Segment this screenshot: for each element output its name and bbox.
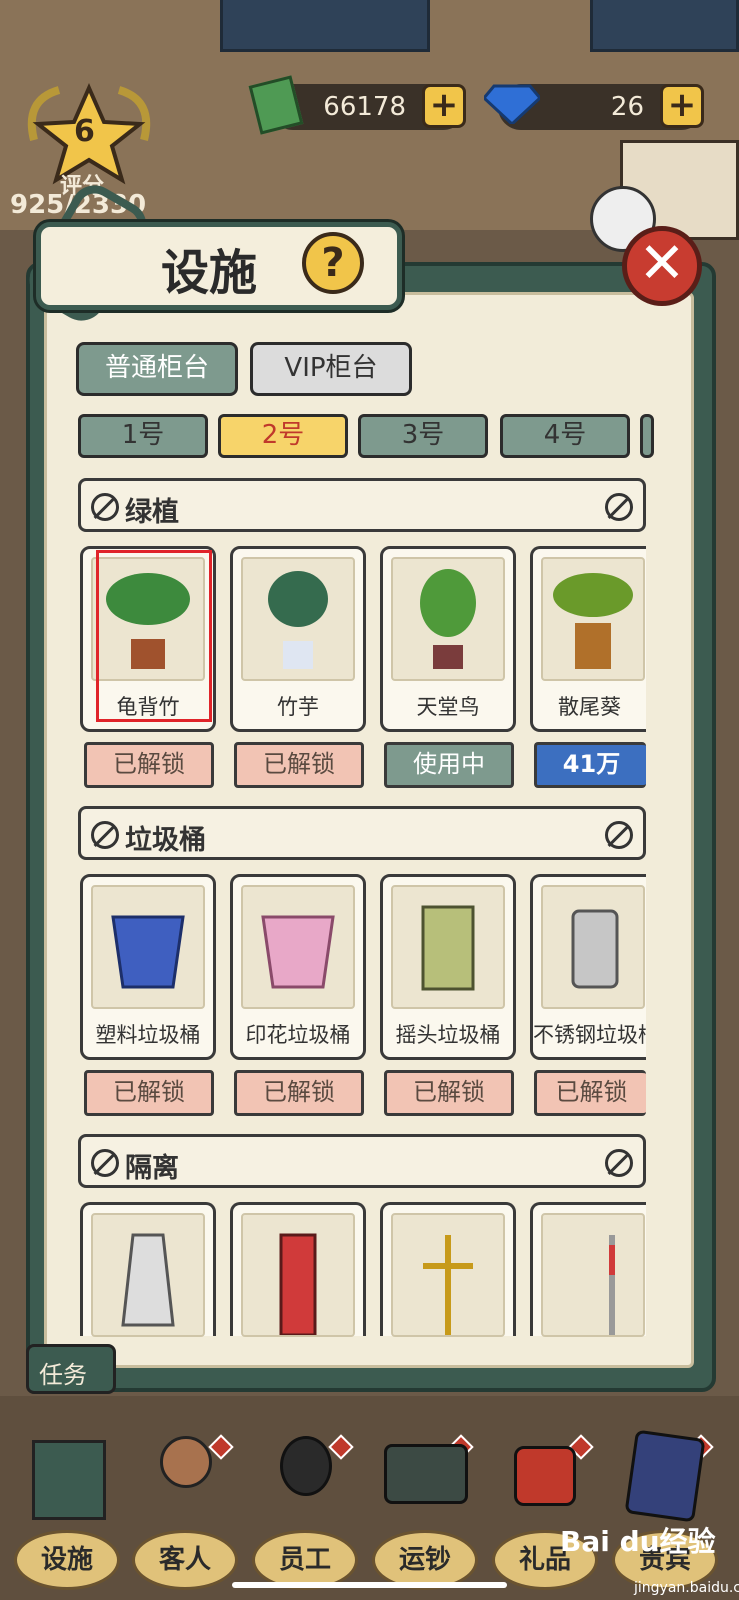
item-card[interactable]: 不锈钢垃圾桶 bbox=[530, 874, 646, 1060]
nav-vip[interactable]: 贵宾 bbox=[610, 1429, 720, 1590]
help-button[interactable]: ? bbox=[302, 232, 364, 294]
plant-image bbox=[241, 557, 355, 681]
barrier-image bbox=[241, 1213, 355, 1337]
item-name: 摇头垃圾桶 bbox=[395, 1023, 501, 1047]
item-card[interactable]: 印花垃圾桶 bbox=[230, 874, 366, 1060]
status-in-use[interactable]: 使用中 bbox=[384, 742, 514, 788]
item-name: 天堂鸟 bbox=[416, 695, 480, 719]
status-unlocked[interactable]: 已解锁 bbox=[234, 742, 364, 788]
level-number: 6 bbox=[74, 114, 95, 149]
counter-tab-1[interactable]: 1号 bbox=[78, 414, 208, 458]
item-card[interactable] bbox=[530, 1202, 646, 1337]
nav-label: 设施 bbox=[40, 1545, 93, 1575]
section-title: 隔离 bbox=[125, 1153, 179, 1184]
counter-tab-4[interactable]: 4号 bbox=[500, 414, 630, 458]
status-unlocked[interactable]: 已解锁 bbox=[84, 1070, 214, 1116]
status-unlocked[interactable]: 已解锁 bbox=[534, 1070, 646, 1116]
barrier-image bbox=[91, 1213, 205, 1337]
atm-icon bbox=[32, 1440, 106, 1520]
item-card[interactable]: 竹芋 bbox=[230, 546, 366, 732]
watermark-url: jingyan.baidu.com bbox=[634, 1580, 739, 1596]
item-card[interactable] bbox=[380, 1202, 516, 1337]
task-label: 任务 bbox=[39, 1361, 87, 1389]
truck-icon bbox=[384, 1444, 468, 1504]
status-unlocked[interactable]: 已解锁 bbox=[84, 742, 214, 788]
item-name: 散尾葵 bbox=[558, 695, 621, 719]
nav-guests[interactable]: 客人 bbox=[130, 1430, 240, 1590]
no-icon bbox=[605, 493, 633, 521]
counter-tab-2[interactable]: 2号 bbox=[218, 414, 348, 458]
cash-value: 66178 bbox=[323, 92, 406, 122]
nav-label: 员工 bbox=[278, 1545, 331, 1575]
item-name: 印花垃圾桶 bbox=[245, 1023, 351, 1047]
card-icon bbox=[624, 1429, 706, 1523]
shutter-right bbox=[590, 0, 739, 52]
no-icon bbox=[91, 1149, 119, 1177]
item-card[interactable]: 塑料垃圾桶 bbox=[80, 874, 216, 1060]
no-icon bbox=[91, 493, 119, 521]
status-unlocked[interactable]: 已解锁 bbox=[234, 1070, 364, 1116]
counter-tab-more[interactable] bbox=[640, 414, 654, 458]
nav-cash-transport[interactable]: 运钞 bbox=[370, 1430, 480, 1590]
no-icon bbox=[91, 821, 119, 849]
item-name: 竹芋 bbox=[277, 695, 319, 719]
nav-facility[interactable]: 设施 bbox=[12, 1430, 122, 1590]
close-button[interactable]: ✕ bbox=[622, 226, 702, 306]
nav-label: 运钞 bbox=[398, 1545, 451, 1575]
add-cash-button[interactable]: + bbox=[422, 84, 466, 128]
notification-badge bbox=[328, 1434, 354, 1460]
item-name: 塑料垃圾桶 bbox=[95, 1023, 201, 1047]
plant-image bbox=[391, 557, 505, 681]
home-indicator[interactable] bbox=[232, 1582, 507, 1588]
section-header-plants: 绿植 bbox=[78, 478, 646, 532]
trash-can-image bbox=[391, 885, 505, 1009]
item-card[interactable]: 散尾葵 bbox=[530, 546, 646, 732]
selection-highlight bbox=[96, 550, 212, 722]
no-icon bbox=[605, 1149, 633, 1177]
tab-vip-counter[interactable]: VIP柜台 bbox=[250, 342, 412, 396]
buy-price-button[interactable]: 41万 bbox=[534, 742, 646, 788]
nav-gifts[interactable]: 礼品 bbox=[490, 1430, 600, 1590]
task-button[interactable]: 任务 bbox=[26, 1344, 116, 1394]
item-card[interactable]: 天堂鸟 bbox=[380, 546, 516, 732]
guest-icon bbox=[160, 1436, 212, 1488]
bag-icon bbox=[514, 1446, 576, 1506]
counter-tab-3[interactable]: 3号 bbox=[358, 414, 488, 458]
diamond-icon bbox=[481, 84, 543, 128]
barrier-image bbox=[541, 1213, 645, 1337]
notification-badge bbox=[208, 1434, 234, 1460]
plant-image bbox=[541, 557, 645, 681]
nav-label: 客人 bbox=[158, 1545, 211, 1575]
trash-can-image bbox=[541, 885, 645, 1009]
section-title: 垃圾桶 bbox=[125, 825, 206, 856]
section-title: 绿植 bbox=[125, 497, 179, 528]
gem-value: 26 bbox=[610, 92, 644, 122]
tab-normal-counter[interactable]: 普通柜台 bbox=[76, 342, 238, 396]
trash-can-image bbox=[241, 885, 355, 1009]
watermark-brand: Bai du经验 bbox=[560, 1525, 716, 1558]
item-card[interactable]: 摇头垃圾桶 bbox=[380, 874, 516, 1060]
no-icon bbox=[605, 821, 633, 849]
barrier-image bbox=[391, 1213, 505, 1337]
section-header-trash: 垃圾桶 bbox=[78, 806, 646, 860]
add-gem-button[interactable]: + bbox=[660, 84, 704, 128]
trash-can-image bbox=[91, 885, 205, 1009]
section-header-barrier: 隔离 bbox=[78, 1134, 646, 1188]
dialog-title: 设施 bbox=[161, 245, 258, 301]
staff-icon bbox=[280, 1436, 332, 1496]
item-card[interactable] bbox=[230, 1202, 366, 1337]
item-name: 不锈钢垃圾桶 bbox=[533, 1023, 646, 1047]
item-card[interactable] bbox=[80, 1202, 216, 1337]
shutter-left bbox=[220, 0, 430, 52]
status-unlocked[interactable]: 已解锁 bbox=[384, 1070, 514, 1116]
nav-staff[interactable]: 员工 bbox=[250, 1430, 360, 1590]
